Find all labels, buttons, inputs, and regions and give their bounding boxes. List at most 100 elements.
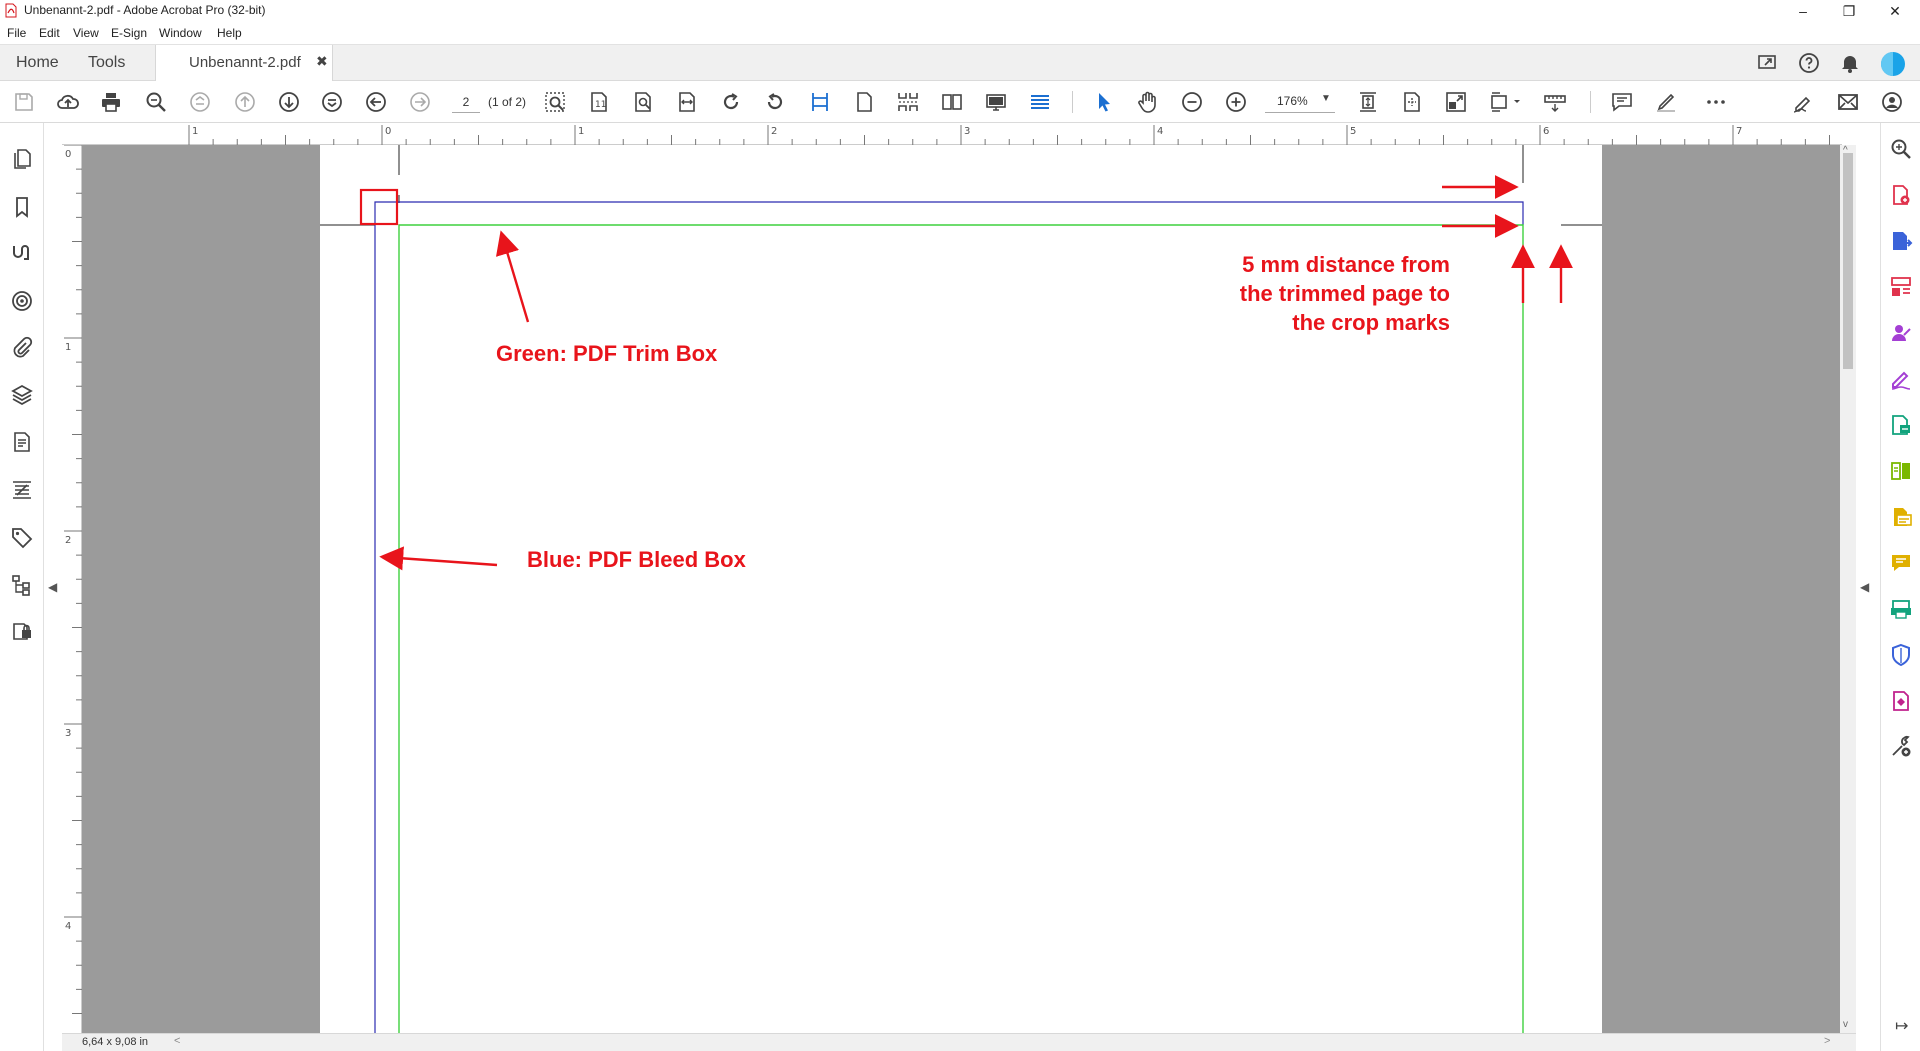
layers-target-icon[interactable] bbox=[10, 289, 34, 313]
fill-sign-icon[interactable] bbox=[1889, 367, 1913, 391]
save-icon[interactable] bbox=[12, 90, 36, 114]
share-link-icon[interactable] bbox=[1880, 90, 1904, 114]
scrolling-mode-icon[interactable] bbox=[1028, 90, 1052, 114]
collapse-right-pane-icon[interactable]: ◀ bbox=[1860, 580, 1869, 594]
rich-media-icon[interactable] bbox=[1889, 689, 1913, 713]
collapse-left-pane-icon[interactable]: ◀ bbox=[48, 580, 57, 594]
zoom-level-select[interactable]: 176% ▼ bbox=[1265, 91, 1335, 113]
signature-icon[interactable] bbox=[10, 241, 34, 265]
presentation-mode-icon[interactable] bbox=[984, 90, 1008, 114]
two-page-scroll-icon[interactable] bbox=[896, 90, 920, 114]
more-options-icon[interactable] bbox=[1704, 90, 1728, 114]
vertical-scrollbar[interactable]: ^ v bbox=[1840, 145, 1856, 1033]
fit-page-icon[interactable] bbox=[1356, 90, 1380, 114]
menu-help[interactable]: Help bbox=[217, 26, 242, 40]
zoom-in-icon[interactable] bbox=[1224, 90, 1248, 114]
trim-box-tool-icon[interactable] bbox=[808, 90, 832, 114]
menu-window[interactable]: Window bbox=[159, 26, 202, 40]
fit-visible-icon[interactable] bbox=[1400, 90, 1424, 114]
select-tool-icon[interactable] bbox=[1092, 90, 1116, 114]
organize-pages-icon[interactable] bbox=[1889, 275, 1913, 299]
arrow-trim-box bbox=[496, 230, 530, 323]
exit-tools-icon[interactable]: ↦ bbox=[1895, 1016, 1908, 1036]
print-production-icon[interactable] bbox=[1889, 597, 1913, 621]
minimize-button[interactable]: – bbox=[1780, 0, 1826, 22]
tab-home[interactable]: Home bbox=[16, 54, 59, 72]
page-display-menu-icon[interactable] bbox=[1488, 90, 1524, 114]
menu-file[interactable]: File bbox=[7, 26, 26, 40]
comment-tool-icon[interactable] bbox=[1889, 551, 1913, 575]
actual-size-icon[interactable]: 11 bbox=[587, 90, 611, 114]
compare-icon[interactable] bbox=[1889, 505, 1913, 529]
marquee-zoom-icon[interactable] bbox=[543, 90, 567, 114]
main-toolbar: (1 of 2) 11 176 bbox=[0, 81, 1920, 123]
previous-view-icon[interactable] bbox=[364, 90, 388, 114]
first-page-icon[interactable] bbox=[188, 90, 212, 114]
comment-icon[interactable] bbox=[1610, 90, 1634, 114]
zoom-level-value: 176% bbox=[1277, 94, 1308, 108]
close-window-button[interactable]: ✕ bbox=[1872, 0, 1918, 22]
ruler-label: 4 bbox=[65, 921, 71, 932]
protect-icon[interactable] bbox=[1889, 643, 1913, 667]
attachment-icon[interactable] bbox=[10, 336, 34, 360]
scrollbar-thumb[interactable] bbox=[1843, 153, 1853, 369]
scroll-left-arrow[interactable]: < bbox=[174, 1035, 180, 1047]
request-signature-icon[interactable] bbox=[1889, 321, 1913, 345]
measure-tool-icon[interactable] bbox=[1543, 90, 1567, 114]
pan-zoom-icon[interactable] bbox=[1444, 90, 1468, 114]
hand-tool-icon[interactable] bbox=[1136, 90, 1160, 114]
content-icon[interactable] bbox=[10, 430, 34, 454]
restore-button[interactable]: ❐ bbox=[1826, 0, 1872, 22]
email-icon[interactable] bbox=[1836, 90, 1860, 114]
menu-esign[interactable]: E-Sign bbox=[111, 26, 147, 40]
create-pdf-icon[interactable] bbox=[1889, 183, 1913, 207]
pages-icon[interactable] bbox=[10, 147, 34, 171]
bookmark-icon[interactable] bbox=[10, 195, 34, 219]
rotate-clockwise-icon[interactable] bbox=[719, 90, 743, 114]
scroll-down-arrow[interactable]: v bbox=[1843, 1019, 1848, 1030]
ruler-label: 1 bbox=[192, 126, 198, 137]
fill-sign-toolbar-icon[interactable] bbox=[1792, 90, 1816, 114]
upload-cloud-icon[interactable] bbox=[56, 90, 80, 114]
page-zoom-icon[interactable] bbox=[631, 90, 655, 114]
distance-note-line1: 5 mm distance from bbox=[1242, 252, 1450, 277]
page-count: (1 of 2) bbox=[488, 95, 527, 109]
two-page-view-icon[interactable] bbox=[940, 90, 964, 114]
page-number-input[interactable] bbox=[452, 91, 480, 113]
tab-tools[interactable]: Tools bbox=[88, 54, 125, 72]
order-icon[interactable] bbox=[10, 478, 34, 502]
fit-width-icon[interactable] bbox=[675, 90, 699, 114]
more-tools-icon[interactable] bbox=[1889, 735, 1913, 759]
edit-pdf-icon[interactable] bbox=[1889, 459, 1913, 483]
menu-view[interactable]: View bbox=[73, 26, 99, 40]
tab-document[interactable]: Unbenannt-2.pdf ✖ bbox=[155, 45, 333, 82]
bleed-box-label: Blue: PDF Bleed Box bbox=[527, 547, 746, 572]
highlight-pen-icon[interactable] bbox=[1654, 90, 1678, 114]
next-view-icon[interactable] bbox=[408, 90, 432, 114]
zoom-search-icon[interactable] bbox=[144, 90, 168, 114]
send-for-review-icon[interactable] bbox=[1889, 413, 1913, 437]
zoom-dropdown-icon[interactable]: ▼ bbox=[1321, 93, 1331, 104]
layers-icon[interactable] bbox=[10, 383, 34, 407]
search-icon[interactable] bbox=[1889, 137, 1913, 161]
tags-icon[interactable] bbox=[10, 526, 34, 550]
help-icon[interactable] bbox=[1797, 51, 1821, 75]
export-pdf-icon[interactable] bbox=[1889, 229, 1913, 253]
rotate-counterclockwise-icon[interactable] bbox=[763, 90, 787, 114]
security-icon[interactable] bbox=[10, 618, 34, 642]
single-page-icon[interactable] bbox=[852, 90, 876, 114]
share-screen-icon[interactable] bbox=[1756, 51, 1780, 75]
last-page-icon[interactable] bbox=[320, 90, 344, 114]
next-page-icon[interactable] bbox=[277, 90, 301, 114]
notifications-bell-icon[interactable] bbox=[1838, 51, 1862, 75]
print-icon[interactable] bbox=[99, 90, 123, 114]
user-avatar-icon[interactable] bbox=[1880, 51, 1906, 77]
tab-close-icon[interactable]: ✖ bbox=[316, 53, 328, 70]
scroll-right-arrow[interactable]: > bbox=[1824, 1035, 1830, 1047]
model-tree-icon[interactable] bbox=[10, 573, 34, 597]
menu-edit[interactable]: Edit bbox=[39, 26, 60, 40]
previous-page-icon[interactable] bbox=[233, 90, 257, 114]
ruler-label: 0 bbox=[65, 149, 71, 160]
zoom-out-icon[interactable] bbox=[1180, 90, 1204, 114]
document-view[interactable]: Green: PDF Trim Box Blue: PDF Bleed Box … bbox=[82, 145, 1842, 1033]
